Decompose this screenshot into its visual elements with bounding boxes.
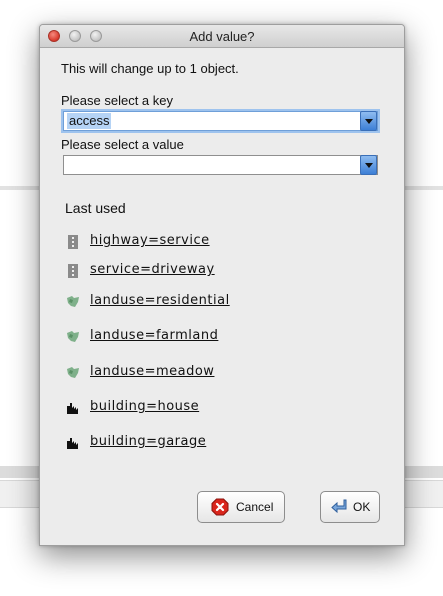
recent-tag-link[interactable]: building=garage [90,434,206,449]
road-sign-icon [68,264,78,278]
dialog-title: Add value? [189,29,255,44]
enter-arrow-icon [331,499,347,514]
road-sign-icon [68,235,78,249]
landuse-map-icon [67,331,79,342]
info-text: This will change up to 1 object. [61,61,239,76]
key-combobox[interactable]: access [63,111,378,131]
landuse-map-icon [67,296,79,307]
cancel-button-label: Cancel [236,500,274,514]
landuse-map-icon [67,367,79,378]
building-icon [67,438,78,449]
cancel-icon [211,498,229,516]
recent-tag-link[interactable]: highway=service [90,233,210,248]
value-combobox[interactable] [63,155,378,175]
recent-tag-link[interactable]: building=house [90,399,199,414]
last-used-heading: Last used [65,200,126,216]
key-combobox-value[interactable]: access [67,113,112,129]
key-label: Please select a key [61,93,174,108]
recent-tag-link[interactable]: landuse=farmland [90,328,218,343]
chevron-down-icon[interactable] [360,111,377,131]
recent-tag-link[interactable]: landuse=residential [90,293,230,308]
chevron-down-icon[interactable] [360,155,377,175]
value-label: Please select a value [61,137,184,152]
building-icon [67,403,78,414]
title-bar: Add value? [40,25,404,48]
cancel-button[interactable]: Cancel [197,491,285,523]
recent-tag-link[interactable]: service=driveway [90,262,215,277]
ok-button-label: OK [353,500,371,514]
add-value-dialog: Add value? This will change up to 1 obje… [39,24,405,546]
recent-tag-link[interactable]: landuse=meadow [90,364,214,379]
ok-button[interactable]: OK [320,491,380,523]
value-combobox-value[interactable] [67,157,71,173]
